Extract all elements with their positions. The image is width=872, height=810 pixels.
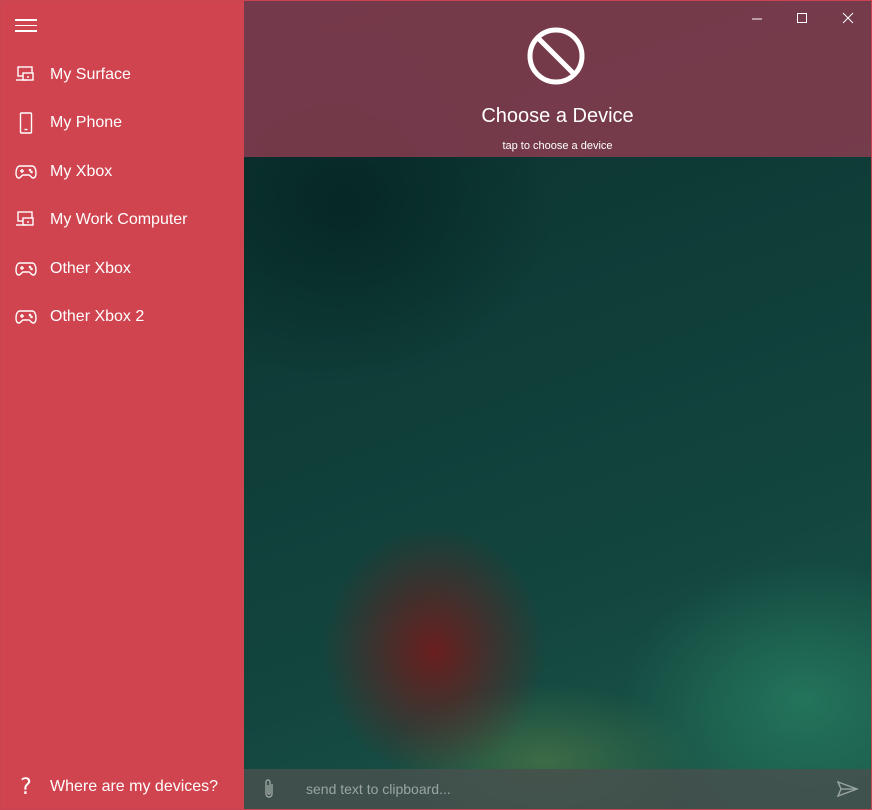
sidebar-item-my-xbox[interactable]: My Xbox xyxy=(1,148,244,196)
sidebar-item-label: My Xbox xyxy=(50,163,113,180)
sidebar-item-other-xbox-2[interactable]: Other Xbox 2 xyxy=(1,293,244,341)
device-header[interactable]: Choose a Device tap to choose a device xyxy=(244,1,871,157)
sidebar-item-other-xbox[interactable]: Other Xbox xyxy=(1,245,244,293)
page-subtitle: tap to choose a device xyxy=(502,140,613,152)
minimize-icon[interactable] xyxy=(747,9,767,27)
paperclip-icon[interactable] xyxy=(262,778,276,800)
send-icon[interactable] xyxy=(837,780,859,798)
sidebar-item-label: My Phone xyxy=(50,114,123,131)
sidebar-item-my-phone[interactable]: My Phone xyxy=(1,99,244,147)
main-pane: Choose a Device tap to choose a device xyxy=(244,1,871,809)
maximize-icon[interactable] xyxy=(792,9,812,27)
sidebar: My Surface My Phone My Xbox My Work Comp… xyxy=(1,1,244,809)
help-label: Where are my devices? xyxy=(50,778,219,795)
gamepad-icon xyxy=(15,161,37,183)
gamepad-icon xyxy=(15,258,37,280)
phone-icon xyxy=(15,112,37,134)
laptop-devices-icon xyxy=(15,64,37,86)
sidebar-item-label: My Work Computer xyxy=(50,211,188,228)
question-icon: ? xyxy=(20,774,32,800)
page-title: Choose a Device xyxy=(481,105,634,127)
close-icon[interactable] xyxy=(838,9,858,27)
no-device-icon[interactable] xyxy=(526,26,586,86)
clipboard-text-input[interactable] xyxy=(304,780,828,798)
sidebar-item-label: Other Xbox 2 xyxy=(50,308,145,325)
sidebar-item-my-surface[interactable]: My Surface xyxy=(1,51,244,99)
composer-bar xyxy=(244,769,871,809)
sidebar-item-my-work-computer[interactable]: My Work Computer xyxy=(1,196,244,244)
laptop-devices-icon xyxy=(15,209,37,231)
gamepad-icon xyxy=(15,306,37,328)
sidebar-item-label: Other Xbox xyxy=(50,260,131,277)
app-window: My Surface My Phone My Xbox My Work Comp… xyxy=(0,0,872,810)
hamburger-icon[interactable] xyxy=(15,16,37,34)
sidebar-item-label: My Surface xyxy=(50,66,131,83)
help-link[interactable]: ? Where are my devices? xyxy=(1,763,244,809)
